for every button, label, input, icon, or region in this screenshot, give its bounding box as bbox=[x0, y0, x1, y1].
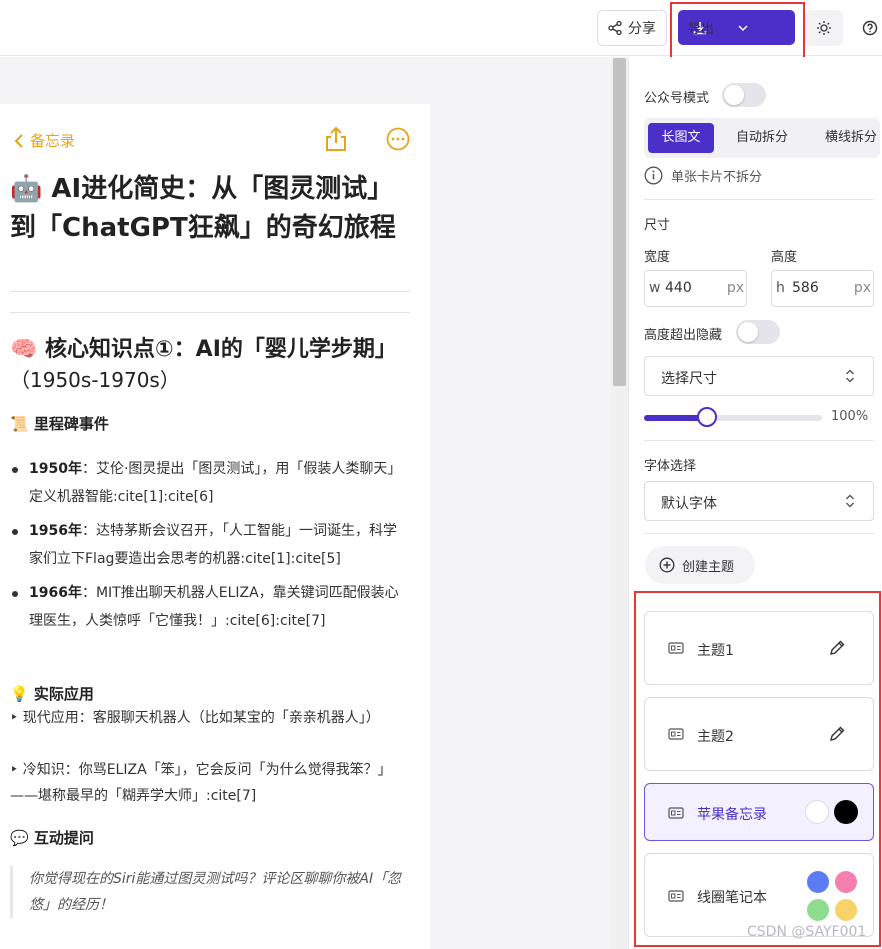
sun-icon bbox=[817, 21, 831, 35]
chevron-left-icon bbox=[14, 133, 23, 148]
hint-text: 单张卡片不拆分 bbox=[671, 170, 763, 185]
milestone-text: ：艾伦·图灵提出「图灵测试」，用「假装人类聊天」定义机器智能:cite[1]:c… bbox=[29, 461, 402, 505]
help-icon bbox=[862, 20, 878, 36]
section-heading: 🧠 核心知识点①：AI的「婴儿学步期」 （1950s-1970s） bbox=[10, 334, 397, 396]
application-text: ‣ 现代应用：客服聊天机器人（比如某宝的「亲亲机器人」） bbox=[10, 710, 380, 726]
font-heading: 字体选择 bbox=[644, 459, 697, 474]
height-value[interactable]: 586 bbox=[792, 280, 819, 296]
card-header: 备忘录 bbox=[0, 104, 430, 174]
toggle-knob bbox=[738, 322, 758, 342]
overflow-hide-label: 高度超出隐藏 bbox=[644, 328, 723, 343]
share-icon bbox=[608, 21, 622, 35]
milestones-heading: 📜 里程碑事件 bbox=[10, 415, 109, 433]
chevron-updown-icon bbox=[846, 494, 854, 508]
plus-circle-icon bbox=[659, 557, 675, 573]
size-select[interactable]: 选择尺寸 bbox=[644, 356, 874, 396]
divider bbox=[644, 440, 874, 441]
back-link[interactable]: 备忘录 bbox=[14, 130, 75, 151]
size-select-value: 选择尺寸 bbox=[661, 371, 717, 387]
milestone-year: 1956年 bbox=[29, 523, 82, 539]
split-mode-tabs: 长图文 自动拆分 横线拆分 bbox=[644, 118, 880, 158]
divider bbox=[644, 199, 874, 200]
overflow-hide-toggle[interactable] bbox=[736, 320, 780, 344]
milestone-text: ：达特茅斯会议召开，「人工智能」一词诞生，科学家们立下Flag要造出会思考的机器… bbox=[29, 523, 397, 567]
share-upload-icon[interactable] bbox=[325, 126, 347, 152]
font-select[interactable]: 默认字体 bbox=[644, 481, 874, 521]
height-prefix: h bbox=[776, 280, 785, 296]
milestone-list: 1950年：艾伦·图灵提出「图灵测试」，用「假装人类聊天」定义机器智能:cite… bbox=[10, 455, 410, 635]
height-unit: px bbox=[853, 280, 871, 296]
interaction-heading: 💬 互动提问 bbox=[10, 829, 94, 847]
memo-title: 🤖 AI进化简史：从「图灵测试」到「ChatGPT狂飙」的奇幻旅程 bbox=[10, 174, 396, 243]
wechat-mode-toggle[interactable] bbox=[722, 83, 766, 107]
scrollbar-thumb[interactable] bbox=[613, 58, 626, 386]
width-prefix: w bbox=[649, 280, 661, 296]
width-value[interactable]: 440 bbox=[665, 280, 692, 296]
section-period: （1950s-1970s） bbox=[10, 368, 180, 392]
quote-block: 你觉得现在的Siri能通过图灵测试吗？评论区聊聊你被AI「忽悠」的经历！ bbox=[10, 866, 420, 918]
split-hint: 单张卡片不拆分 bbox=[644, 166, 762, 185]
help-button[interactable] bbox=[858, 16, 882, 40]
width-unit: px bbox=[726, 280, 744, 296]
milestone-text: ：MIT推出聊天机器人ELIZA，靠关键词匹配假装心理医生，人类惊呼「它懂我！」… bbox=[29, 585, 399, 629]
wechat-mode-label: 公众号模式 bbox=[644, 91, 710, 106]
trivia-text: ‣ 冷知识：你骂ELIZA「笨」，它会反问「为什么觉得我笨？」——堪称最早的「糊… bbox=[10, 762, 392, 804]
watermark: CSDN @SAYF001 bbox=[747, 924, 867, 940]
share-button[interactable]: 分享 bbox=[597, 10, 667, 46]
export-highlight-box bbox=[670, 2, 805, 63]
scale-value: 100% bbox=[831, 409, 869, 424]
list-item: 1966年：MIT推出聊天机器人ELIZA，靠关键词匹配假装心理医生，人类惊呼「… bbox=[10, 579, 410, 635]
scale-slider-handle[interactable] bbox=[697, 407, 717, 427]
create-theme-button[interactable]: 创建主题 bbox=[645, 546, 755, 584]
list-item: 1956年：达特茅斯会议召开，「人工智能」一词诞生，科学家们立下Flag要造出会… bbox=[10, 517, 410, 573]
width-label: 宽度 bbox=[644, 250, 671, 265]
info-icon bbox=[644, 166, 663, 185]
milestone-year: 1966年 bbox=[29, 585, 82, 601]
title-divider bbox=[10, 291, 410, 292]
chevron-updown-icon bbox=[846, 369, 854, 383]
toggle-knob bbox=[724, 85, 744, 105]
back-label: 备忘录 bbox=[30, 132, 76, 150]
height-label: 高度 bbox=[771, 250, 798, 265]
theme-toggle-button[interactable] bbox=[805, 10, 843, 46]
height-field[interactable]: h 586 px bbox=[771, 270, 874, 307]
create-theme-label: 创建主题 bbox=[682, 559, 735, 575]
tab-auto-split[interactable]: 自动拆分 bbox=[728, 123, 796, 153]
font-select-value: 默认字体 bbox=[661, 496, 717, 512]
divider bbox=[644, 533, 874, 534]
section-title: 🧠 核心知识点①：AI的「婴儿学步期」 bbox=[10, 337, 397, 362]
more-icon[interactable] bbox=[386, 127, 410, 151]
themes-highlight-box bbox=[634, 591, 881, 947]
size-heading: 尺寸 bbox=[644, 218, 671, 233]
tab-long-image[interactable]: 长图文 bbox=[648, 123, 714, 153]
milestone-year: 1950年 bbox=[29, 461, 82, 477]
width-field[interactable]: w 440 px bbox=[644, 270, 747, 307]
list-item: 1950年：艾伦·图灵提出「图灵测试」，用「假装人类聊天」定义机器智能:cite… bbox=[10, 455, 410, 511]
share-label: 分享 bbox=[628, 21, 656, 37]
section-divider bbox=[10, 312, 410, 313]
memo-card: 备忘录 🤖 AI进化简史：从「图灵测试」到「ChatGPT狂飙」的奇幻旅程 🧠 … bbox=[0, 104, 430, 949]
tab-line-split[interactable]: 横线拆分 bbox=[814, 123, 882, 153]
application-heading: 💡 实际应用 bbox=[10, 685, 94, 703]
